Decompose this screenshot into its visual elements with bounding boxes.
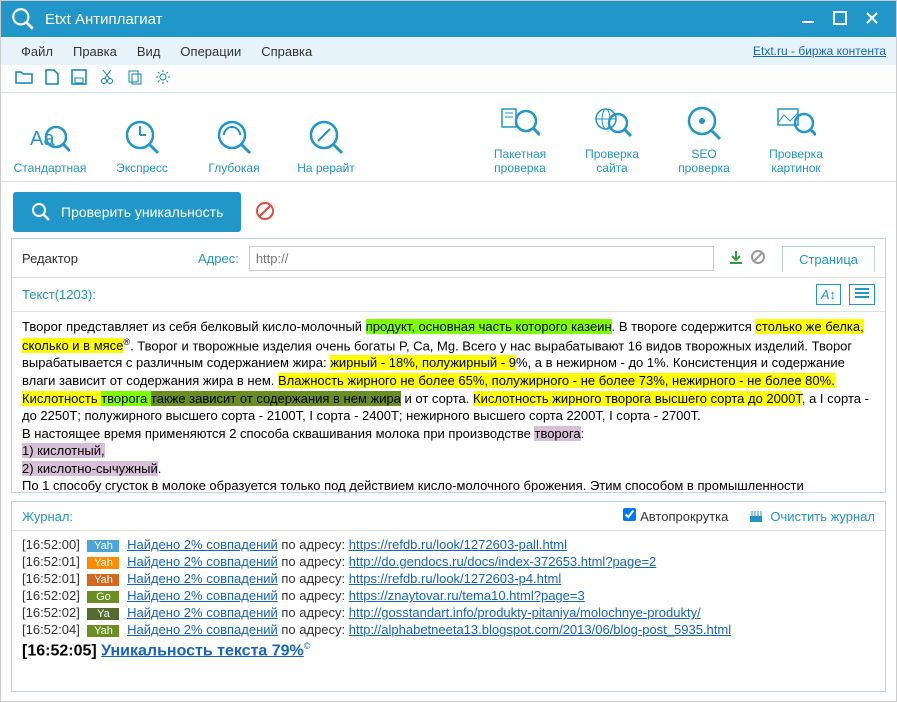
log-line: [16:52:01] Yah Найдено 2% совпадений по … xyxy=(22,571,875,586)
download-icon[interactable] xyxy=(728,249,744,268)
log-match-link[interactable]: Найдено 2% совпадений xyxy=(127,571,278,586)
open-folder-icon[interactable] xyxy=(15,69,33,88)
address-input[interactable] xyxy=(249,246,714,271)
save-icon[interactable] xyxy=(71,69,87,88)
external-link[interactable]: Etxt.ru - биржа контента xyxy=(753,44,886,58)
log-url-link[interactable]: https://znaytovar.ru/tema10.html?page=3 xyxy=(349,588,585,603)
check-uniqueness-button[interactable]: Проверить уникальность xyxy=(13,192,241,232)
log-line: [16:52:04] Yah Найдено 2% совпадений по … xyxy=(22,622,875,637)
quick-toolbar xyxy=(1,65,896,93)
deep-magnifier-icon xyxy=(214,117,254,157)
check-button-label: Проверить уникальность xyxy=(61,204,223,220)
cut-icon[interactable] xyxy=(99,69,115,88)
mode-label: Глубокая xyxy=(208,161,259,175)
log-url-link[interactable]: https://refdb.ru/look/1272603-pall.html xyxy=(349,537,567,552)
final-result: [16:52:05] Уникальность текста 79%© xyxy=(22,641,875,660)
copy-icon[interactable] xyxy=(127,69,143,88)
log-url-link[interactable]: http://gosstandart.info/produkty-pitaniy… xyxy=(349,605,701,620)
stop-icon[interactable] xyxy=(255,201,275,224)
log-match-link[interactable]: Найдено 2% совпадений xyxy=(127,537,278,552)
log-title: Журнал: xyxy=(22,509,73,524)
tab-page[interactable]: Страница xyxy=(782,246,875,272)
mode-deep[interactable]: Глубокая xyxy=(199,117,269,175)
log-line: [16:52:02] Go Найдено 2% совпадений по а… xyxy=(22,588,875,603)
mode-label: Пакетная проверка xyxy=(494,147,546,175)
log-body[interactable]: [16:52:00] Yah Найдено 2% совпадений по … xyxy=(12,531,885,691)
clear-log-button[interactable]: Очистить журнал xyxy=(748,508,875,524)
seo-magnifier-icon xyxy=(684,103,724,143)
log-line: [16:52:00] Yah Найдено 2% совпадений по … xyxy=(22,537,875,552)
mode-label: SEO проверка xyxy=(678,147,730,175)
app-logo-icon xyxy=(9,5,37,33)
engine-badge: Yah xyxy=(87,574,119,586)
menu-edit[interactable]: Правка xyxy=(63,40,127,63)
log-url-link[interactable]: http://alphabetneeta13.blogspot.com/2013… xyxy=(349,622,731,637)
clock-magnifier-icon xyxy=(122,117,162,157)
batch-icon xyxy=(500,103,540,143)
mode-express[interactable]: Экспресс xyxy=(107,117,177,175)
minimize-button[interactable] xyxy=(792,6,824,33)
globe-magnifier-icon xyxy=(592,103,632,143)
close-button[interactable] xyxy=(856,6,888,33)
layout-icon[interactable] xyxy=(849,284,875,305)
log-match-link[interactable]: Найдено 2% совпадений xyxy=(127,622,278,637)
check-modes: Aa Стандартная Экспресс Глубокая На рера… xyxy=(1,93,896,182)
editor-label: Редактор xyxy=(22,251,192,266)
app-title: Etxt Антиплагиат xyxy=(45,11,792,28)
mode-label: Экспресс xyxy=(116,161,168,175)
magnifier-a-icon: Aa xyxy=(30,117,70,157)
settings-icon[interactable] xyxy=(155,69,171,88)
cancel-icon[interactable] xyxy=(750,249,766,268)
log-url-link[interactable]: http://do.gendocs.ru/docs/index-372653.h… xyxy=(349,554,657,569)
mode-site[interactable]: Проверка сайта xyxy=(577,103,647,175)
engine-badge: Go xyxy=(87,591,119,603)
engine-badge: Yah xyxy=(87,540,119,552)
font-size-icon[interactable]: A↕ xyxy=(816,284,841,305)
autoscroll-checkbox[interactable] xyxy=(623,508,636,521)
mode-label: Стандартная xyxy=(14,161,87,175)
menubar: Файл Правка Вид Операции Справка Etxt.ru… xyxy=(1,37,896,65)
new-doc-icon[interactable] xyxy=(45,69,59,88)
autoscroll-toggle[interactable]: Автопрокрутка xyxy=(623,508,728,524)
log-match-link[interactable]: Найдено 2% совпадений xyxy=(127,554,278,569)
mode-seo[interactable]: SEO проверка xyxy=(669,103,739,175)
mode-label: Проверка сайта xyxy=(585,147,639,175)
engine-badge: Ya xyxy=(87,608,119,620)
menu-ops[interactable]: Операции xyxy=(170,40,251,63)
editor-text-body[interactable]: Творог представляет из себя белковый кис… xyxy=(12,312,885,492)
maximize-button[interactable] xyxy=(824,6,856,33)
mode-label: Проверка картинок xyxy=(769,147,823,175)
mode-rewrite[interactable]: На рерайт xyxy=(291,117,361,175)
address-label: Адрес: xyxy=(198,251,239,266)
log-line: [16:52:02] Ya Найдено 2% совпадений по а… xyxy=(22,605,875,620)
mode-label: На рерайт xyxy=(297,161,355,175)
log-line: [16:52:01] Yah Найдено 2% совпадений по … xyxy=(22,554,875,569)
pencil-magnifier-icon xyxy=(306,117,346,157)
log-match-link[interactable]: Найдено 2% совпадений xyxy=(127,605,278,620)
menu-view[interactable]: Вид xyxy=(127,40,171,63)
mode-batch[interactable]: Пакетная проверка xyxy=(485,103,555,175)
menu-file[interactable]: Файл xyxy=(11,40,63,63)
log-match-link[interactable]: Найдено 2% совпадений xyxy=(127,588,278,603)
mode-standard[interactable]: Aa Стандартная xyxy=(15,117,85,175)
engine-badge: Yah xyxy=(87,625,119,637)
menu-help[interactable]: Справка xyxy=(251,40,322,63)
engine-badge: Yah xyxy=(87,557,119,569)
log-url-link[interactable]: https://refdb.ru/look/1272603-p4.html xyxy=(349,571,561,586)
text-counter-label: Текст(1203): xyxy=(22,287,96,302)
image-magnifier-icon xyxy=(776,103,816,143)
mode-images[interactable]: Проверка картинок xyxy=(761,103,831,175)
